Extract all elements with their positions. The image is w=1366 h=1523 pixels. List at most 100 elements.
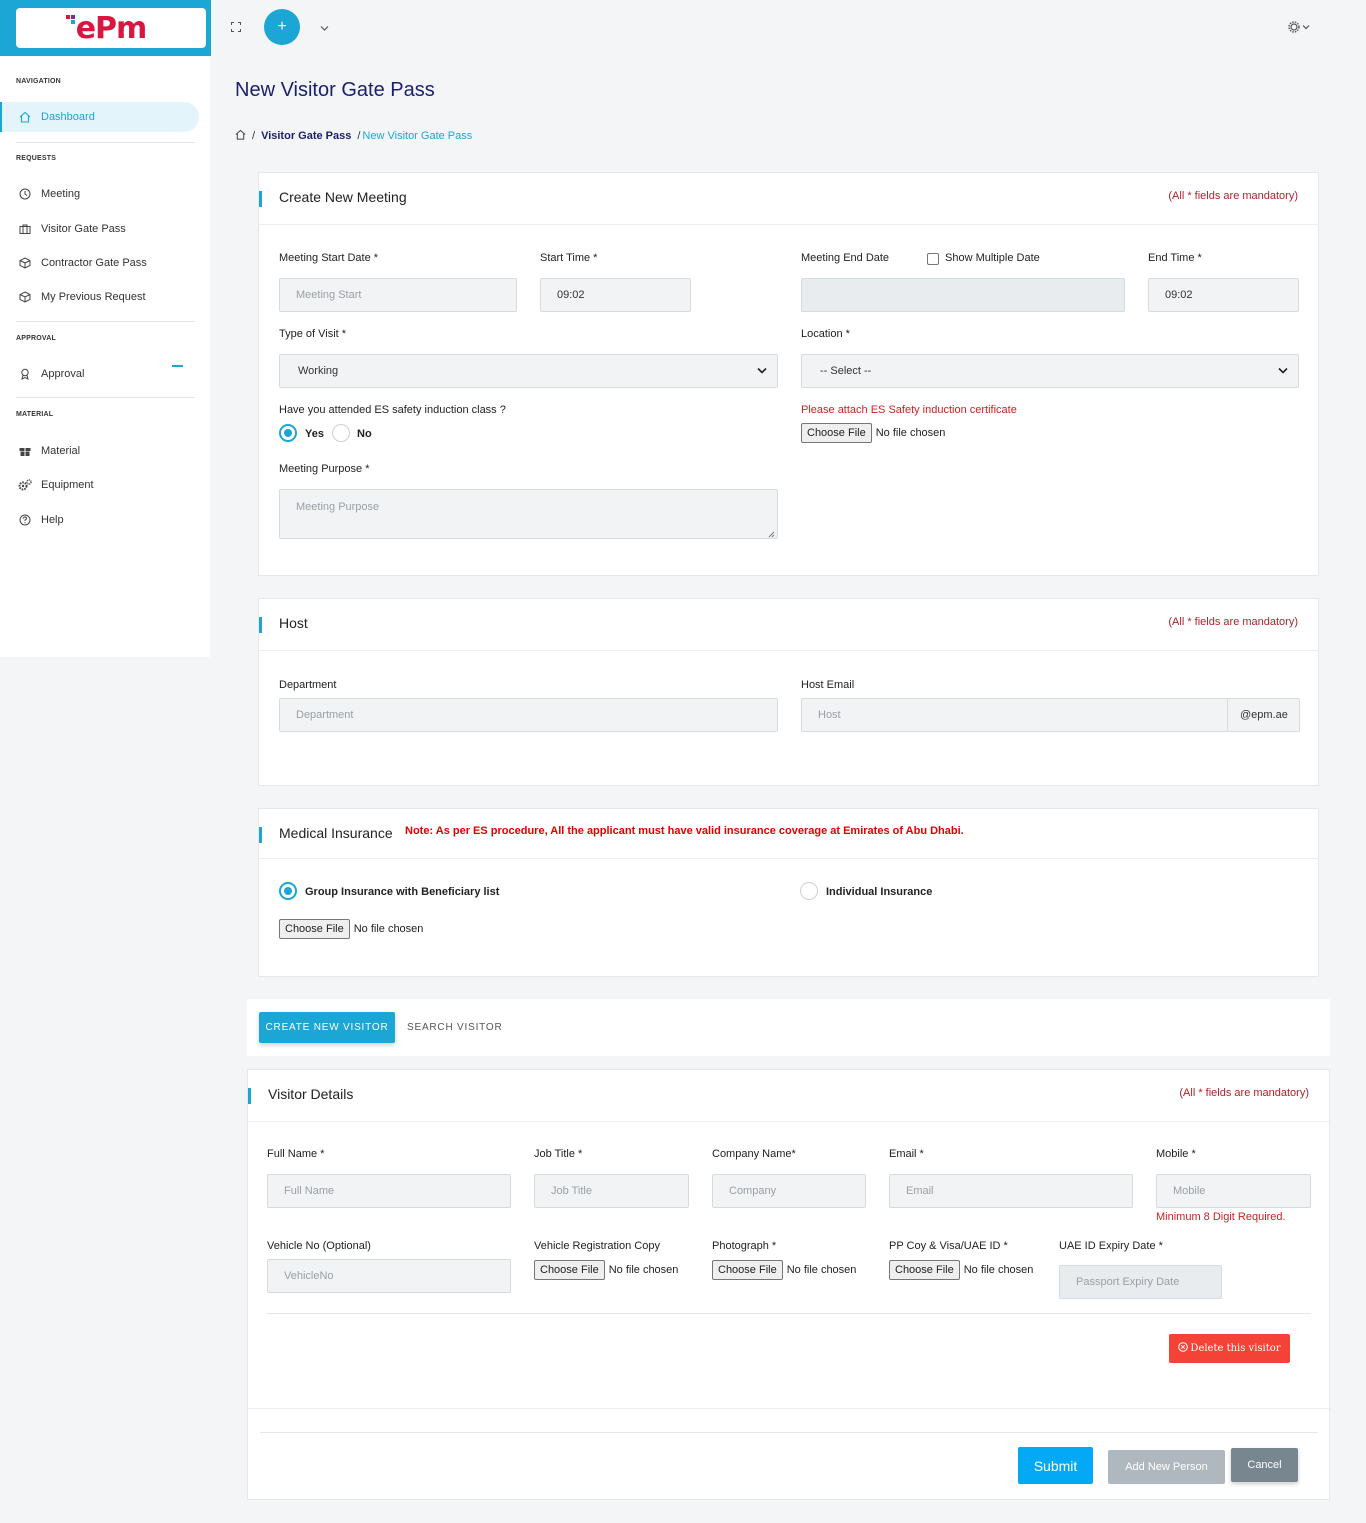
mandatory-note: (All * fields are mandatory)	[1168, 616, 1298, 628]
tab-search-visitor[interactable]: SEARCH VISITOR	[407, 1022, 502, 1033]
sidebar-item-help[interactable]: Help	[0, 505, 199, 535]
full-name-label: Full Name *	[267, 1148, 325, 1160]
mobile-input[interactable]: Mobile	[1156, 1174, 1311, 1208]
mobile-label: Mobile *	[1156, 1148, 1196, 1160]
vehicle-input[interactable]: VehicleNo	[267, 1259, 511, 1293]
host-email-input[interactable]: Host	[801, 698, 1228, 732]
nav-section-requests: REQUESTS	[16, 155, 57, 162]
show-multiple-date-label: Show Multiple Date	[945, 252, 1040, 264]
logo-text: ePm	[65, 11, 147, 46]
group-insurance-label: Group Insurance with Beneficiary list	[305, 886, 500, 898]
sidebar-item-meeting[interactable]: Meeting	[0, 179, 199, 209]
company-input[interactable]: Company	[712, 1174, 866, 1208]
resize-handle-icon[interactable]	[767, 529, 775, 541]
email-input[interactable]: Email	[889, 1174, 1133, 1208]
job-title-input[interactable]: Job Title	[534, 1174, 689, 1208]
chevron-down-icon	[1278, 366, 1288, 378]
sidebar-item-approval[interactable]: Approval	[0, 359, 199, 389]
logo[interactable]: ePm	[16, 8, 206, 48]
safety-certificate-file-input[interactable]: Choose File No file chosen	[801, 423, 945, 443]
sidebar-item-label: Material	[41, 445, 81, 457]
host-card: Host (All * fields are mandatory) Depart…	[258, 598, 1319, 786]
vehicle-reg-file-input[interactable]: Choose File No file chosen	[534, 1260, 678, 1280]
individual-insurance-radio[interactable]	[800, 882, 818, 900]
pp-visa-file-input[interactable]: Choose File No file chosen	[889, 1260, 1033, 1280]
breadcrumb: / Visitor Gate Pass / New Visitor Gate P…	[235, 129, 472, 143]
safety-no-radio[interactable]	[332, 424, 350, 442]
delete-visitor-button[interactable]: Delete this visitor	[1169, 1334, 1290, 1363]
visit-type-select[interactable]: Working	[279, 354, 778, 388]
breadcrumb-link-visitor-gate-pass[interactable]: Visitor Gate Pass	[261, 130, 351, 142]
submit-button[interactable]: Submit	[1018, 1447, 1093, 1484]
uae-expiry-label: UAE ID Expiry Date *	[1059, 1240, 1163, 1252]
file-status: No file chosen	[875, 427, 946, 439]
delete-visitor-label: Delete this visitor	[1190, 1343, 1281, 1354]
purpose-label: Meeting Purpose *	[279, 463, 370, 475]
choose-file-button[interactable]: Choose File	[889, 1260, 960, 1280]
insurance-file-input[interactable]: Choose File No file chosen	[279, 919, 423, 939]
choose-file-button[interactable]: Choose File	[279, 919, 350, 939]
nav-section-approval: APPROVAL	[16, 335, 56, 342]
accent-bar	[248, 1088, 251, 1104]
accent-bar	[259, 191, 262, 207]
tab-create-new-visitor[interactable]: CREATE NEW VISITOR	[259, 1012, 395, 1043]
safety-yes-radio[interactable]	[279, 424, 297, 442]
sidebar-item-contractor-gate-pass[interactable]: Contractor Gate Pass	[0, 248, 199, 278]
file-status: No file chosen	[353, 923, 424, 935]
home-icon[interactable]	[235, 129, 246, 143]
meeting-start-date-input[interactable]: Meeting Start	[279, 278, 517, 312]
safety-no-label: No	[357, 428, 372, 440]
sidebar-item-label: Equipment	[41, 479, 94, 491]
file-status: No file chosen	[786, 1264, 857, 1276]
sidebar-item-visitor-gate-pass[interactable]: Visitor Gate Pass	[0, 214, 199, 244]
settings-dropdown[interactable]	[1288, 21, 1312, 36]
choose-file-button[interactable]: Choose File	[801, 423, 872, 443]
add-button[interactable]: +	[264, 9, 300, 45]
logo-dots	[65, 14, 78, 25]
department-input[interactable]: Department	[279, 698, 778, 732]
safety-attach-note: Please attach ES Safety induction certif…	[801, 404, 1017, 416]
photo-file-input[interactable]: Choose File No file chosen	[712, 1260, 856, 1280]
group-insurance-radio[interactable]	[279, 882, 297, 900]
insurance-card: Medical Insurance Note: As per ES proced…	[258, 808, 1319, 977]
sidebar-item-label: Approval	[41, 368, 85, 380]
visitor-tabs: CREATE NEW VISITOR SEARCH VISITOR	[247, 999, 1330, 1056]
host-email-label: Host Email	[801, 679, 855, 691]
end-date-label: Meeting End Date	[801, 252, 890, 264]
gift-icon	[18, 444, 32, 458]
chevron-down-icon	[757, 366, 767, 378]
cancel-button[interactable]: Cancel	[1231, 1448, 1298, 1482]
job-title-label: Job Title *	[534, 1148, 583, 1160]
fullscreen-icon[interactable]	[231, 22, 241, 35]
accent-bar	[259, 617, 262, 633]
divider	[16, 321, 195, 322]
home-icon	[18, 110, 32, 124]
choose-file-button[interactable]: Choose File	[712, 1260, 783, 1280]
show-multiple-date-checkbox[interactable]	[927, 253, 939, 265]
company-label: Company Name*	[712, 1148, 796, 1160]
uae-expiry-input[interactable]: Passport Expiry Date	[1059, 1265, 1222, 1299]
award-icon	[18, 367, 32, 381]
sidebar-item-equipment[interactable]: Equipment	[0, 470, 199, 500]
safety-question: Have you attended ES safety induction cl…	[279, 404, 506, 416]
sidebar-item-label: Help	[41, 514, 64, 526]
choose-file-button[interactable]: Choose File	[534, 1260, 605, 1280]
sidebar-item-my-previous-request[interactable]: My Previous Request	[0, 282, 199, 312]
end-time-input[interactable]: 09:02	[1148, 278, 1299, 312]
sidebar-item-dashboard[interactable]: Dashboard	[0, 102, 199, 132]
location-select[interactable]: -- Select --	[801, 354, 1299, 388]
meeting-purpose-textarea[interactable]: Meeting Purpose	[279, 489, 778, 539]
photo-label: Photograph *	[712, 1240, 777, 1252]
card-title: Create New Meeting	[279, 189, 407, 205]
visit-type-value: Working	[298, 365, 339, 377]
meeting-end-date-input[interactable]	[801, 278, 1125, 312]
card-header: Host (All * fields are mandatory)	[259, 599, 1318, 651]
sidebar-item-material[interactable]: Material	[0, 436, 199, 466]
collapse-minus-icon[interactable]	[172, 365, 183, 367]
start-time-input[interactable]: 09:02	[540, 278, 691, 312]
location-label: Location *	[801, 328, 850, 340]
divider	[267, 1313, 1311, 1314]
chevron-down-icon[interactable]	[320, 23, 329, 35]
full-name-input[interactable]: Full Name	[267, 1174, 511, 1208]
add-new-person-button[interactable]: Add New Person	[1108, 1450, 1225, 1484]
